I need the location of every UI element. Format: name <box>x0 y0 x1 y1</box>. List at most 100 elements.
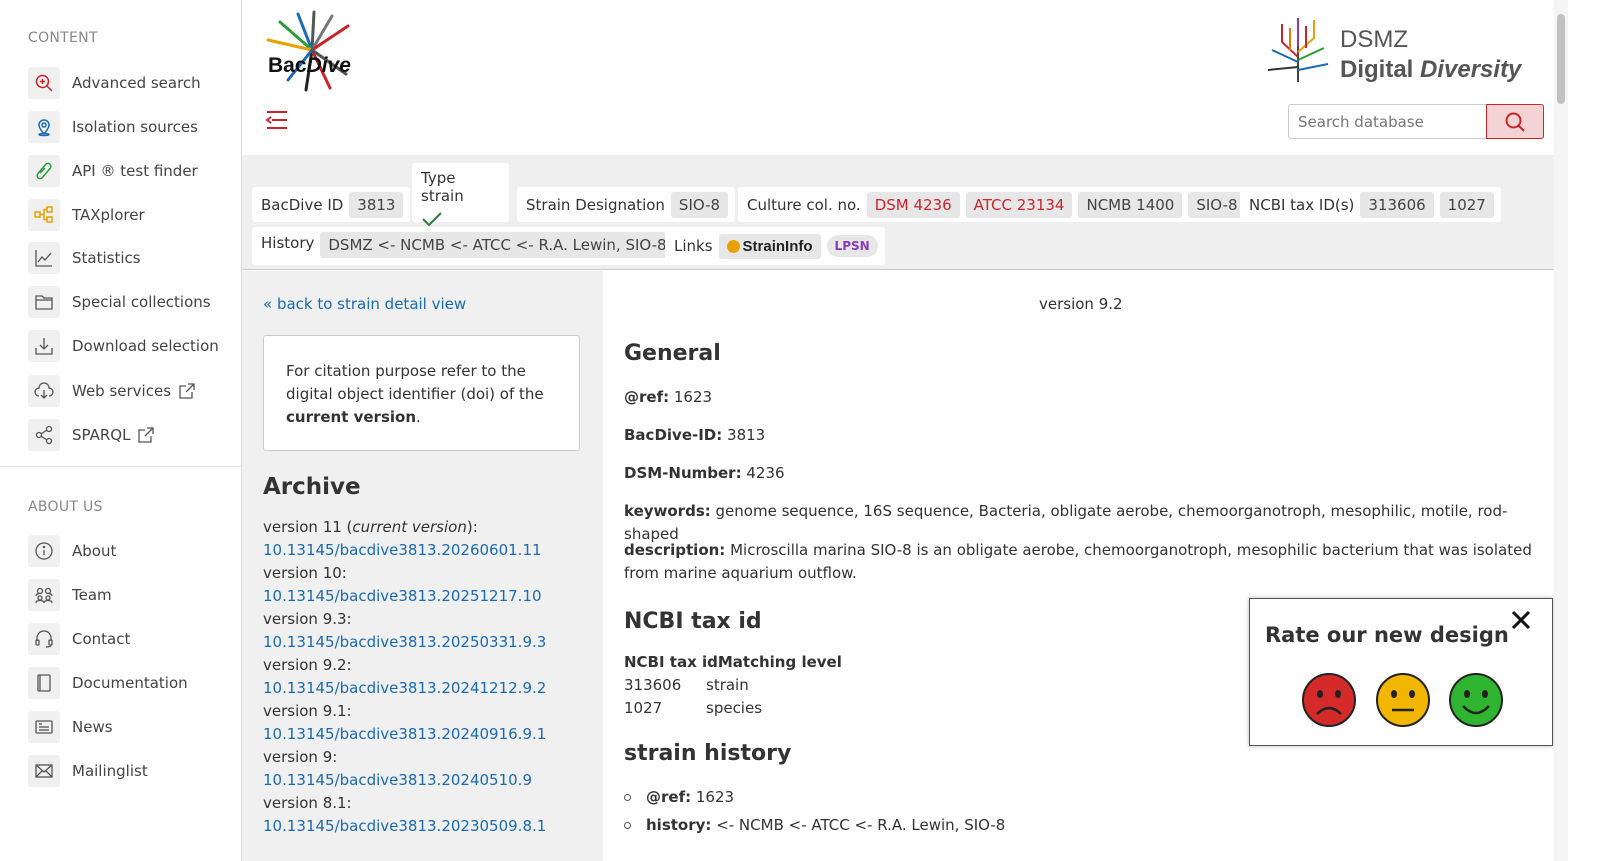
dsmz-title: DSMZ <box>1340 26 1408 53</box>
sad-face-icon[interactable] <box>1301 672 1357 728</box>
header: BacDive DSMZ Digital Diversity <box>242 0 1554 155</box>
ncbi-label: NCBI tax ID(s) <box>1249 195 1355 214</box>
straininfo-link[interactable]: StrainInfo <box>718 233 821 259</box>
archive-doi-link[interactable]: 10.13145/bacdive3813.20260601.11 <box>263 539 546 562</box>
sidebar-label: TAXplorer <box>72 206 145 224</box>
culture-value-ncmb: NCMB 1400 <box>1078 191 1183 218</box>
content-heading: CONTENT <box>28 30 98 46</box>
sidebar-label: Download selection <box>72 337 219 355</box>
dsmz-tree-icon <box>1267 18 1329 82</box>
strain-history-heading: strain history <box>624 741 792 766</box>
sidebar-item-team[interactable]: Team <box>28 578 112 612</box>
neutral-face-icon[interactable] <box>1375 672 1431 728</box>
archive-doi-link[interactable]: 10.13145/bacdive3813.20240510.9 <box>263 769 546 792</box>
logo-wordmark: BacDive <box>268 54 351 77</box>
map-pin-icon <box>28 111 60 143</box>
sidebar-label: About <box>72 542 117 560</box>
culture-value-sio: SIO-8 <box>1188 191 1246 218</box>
sidebar-item-about[interactable]: About <box>28 534 116 568</box>
hierarchy-icon <box>28 199 60 231</box>
archive-doi-link[interactable]: 10.13145/bacdive3813.20250331.9.3 <box>263 631 546 654</box>
list-item: history: <- NCMB <- ATCC <- R.A. Lewin, … <box>624 811 1005 839</box>
archive-title: Archive <box>263 474 361 500</box>
dsmz-subtitle: Digital Diversity <box>1340 56 1522 83</box>
sidebar-item-documentation[interactable]: Documentation <box>28 666 188 700</box>
sidebar-item-web-services[interactable]: Web services <box>28 374 195 408</box>
sidebar-item-isolation-sources[interactable]: Isolation sources <box>28 110 198 144</box>
archive-doi-link[interactable]: 10.13145/bacdive3813.20241212.9.2 <box>263 677 546 700</box>
archive-doi-link[interactable]: 10.13145/bacdive3813.20240916.9.1 <box>263 723 546 746</box>
sidebar-item-download-selection[interactable]: Download selection <box>28 329 219 363</box>
bacdive-logo[interactable]: BacDive <box>262 10 362 92</box>
history-value: DSMZ <- NCMB <- ATCC <- R.A. Lewin, SIO-… <box>320 232 675 258</box>
sidebar-item-sparql[interactable]: SPARQL <box>28 418 155 452</box>
sidebar-item-api-test-finder[interactable]: API ® test finder <box>28 154 198 188</box>
sidebar-item-statistics[interactable]: Statistics <box>28 241 141 275</box>
search-button[interactable] <box>1486 104 1544 139</box>
sidebar-item-special-collections[interactable]: Special collections <box>28 285 211 319</box>
sidebar-label: SPARQL <box>72 426 131 444</box>
general-heading: General <box>624 341 721 366</box>
share-nodes-icon <box>28 419 60 451</box>
checkmark-icon <box>422 212 442 227</box>
sidebar-item-news[interactable]: News <box>28 710 113 744</box>
sidebar-label: News <box>72 718 113 736</box>
ncbi-heading: NCBI tax id <box>624 609 762 634</box>
designation-value: SIO-8 <box>670 191 729 218</box>
rating-popup: Rate our new design <box>1249 598 1553 746</box>
search-input[interactable] <box>1288 104 1486 139</box>
rating-title: Rate our new design <box>1265 623 1509 647</box>
archive-doi-link[interactable]: 10.13145/bacdive3813.20251217.10 <box>263 585 546 608</box>
cloud-download-icon <box>28 375 60 407</box>
table-row: 1027 species <box>624 699 763 717</box>
dsmz-logo[interactable]: DSMZ Digital Diversity <box>1262 12 1532 87</box>
sidebar-item-contact[interactable]: Contact <box>28 622 130 656</box>
description-field: description: Microscilla marina SIO-8 is… <box>624 541 1532 582</box>
sidebar-divider <box>0 466 241 467</box>
table-header: NCBI tax id Matching level <box>624 653 842 671</box>
sidebar-item-mailinglist[interactable]: Mailinglist <box>28 754 148 788</box>
archive-version-label: version 9.1: <box>263 702 352 720</box>
history-chip: History DSMZ <- NCMB <- ATCC <- R.A. Lew… <box>252 227 682 265</box>
dsm-number-field: DSM-Number: 4236 <box>624 464 785 482</box>
archive-version-label: version 9.3: <box>263 610 352 628</box>
lpsn-link[interactable]: LPSN <box>826 235 878 257</box>
links-chip: Links StrainInfo LPSN <box>665 227 885 265</box>
page-scrollbar[interactable] <box>1554 0 1568 861</box>
info-icon <box>28 535 60 567</box>
chart-icon <box>28 242 60 274</box>
bacdive-id-label: BacDive ID <box>261 195 344 214</box>
archive-version-label: version 8.1: <box>263 794 352 812</box>
back-to-strain-link[interactable]: « back to strain detail view <box>263 295 466 313</box>
culture-link-atcc[interactable]: ATCC 23134 <box>965 191 1073 218</box>
designation-chip: Strain Designation SIO-8 <box>517 187 736 222</box>
straininfo-icon <box>726 239 740 253</box>
bacdive-id-chip: BacDive ID 3813 <box>252 187 411 222</box>
culture-label: Culture col. no. <box>747 195 861 214</box>
sidebar-item-advanced-search[interactable]: Advanced search <box>28 66 201 100</box>
sidebar-label: Isolation sources <box>72 118 198 136</box>
menu-toggle-icon[interactable] <box>264 108 290 132</box>
archive-doi-link[interactable]: 10.13145/bacdive3813.20230509.8.1 <box>263 815 546 838</box>
scrollbar-thumb[interactable] <box>1557 14 1565 104</box>
archive-list: version 11 (current version): 10.13145/b… <box>263 516 546 838</box>
culture-link-dsm[interactable]: DSM 4236 <box>866 191 960 218</box>
archive-version-label: version 9: <box>263 748 338 766</box>
type-strain-label: Type strain <box>421 169 464 205</box>
search-plus-icon <box>28 67 60 99</box>
sidebar-label: Documentation <box>72 674 188 692</box>
strain-history-list: @ref: 1623 history: <- NCMB <- ATCC <- R… <box>624 783 1005 839</box>
version-label: version 9.2 <box>1039 295 1123 313</box>
book-icon <box>28 667 60 699</box>
citation-notice: For citation purpose refer to the digita… <box>263 335 580 451</box>
main-content: version 9.2 General @ref: 1623 BacDive-I… <box>603 271 1554 861</box>
sidebar-item-taxplorer[interactable]: TAXplorer <box>28 198 145 232</box>
ncbi-id-value: 313606 <box>1360 191 1434 218</box>
close-icon[interactable] <box>1510 609 1532 631</box>
sidebar-label: Mailinglist <box>72 762 148 780</box>
list-item: @ref: 1623 <box>624 783 1005 811</box>
download-icon <box>28 330 60 362</box>
designation-label: Strain Designation <box>526 195 665 214</box>
bacdive-id-field: BacDive-ID: 3813 <box>624 426 766 444</box>
happy-face-icon[interactable] <box>1448 672 1504 728</box>
